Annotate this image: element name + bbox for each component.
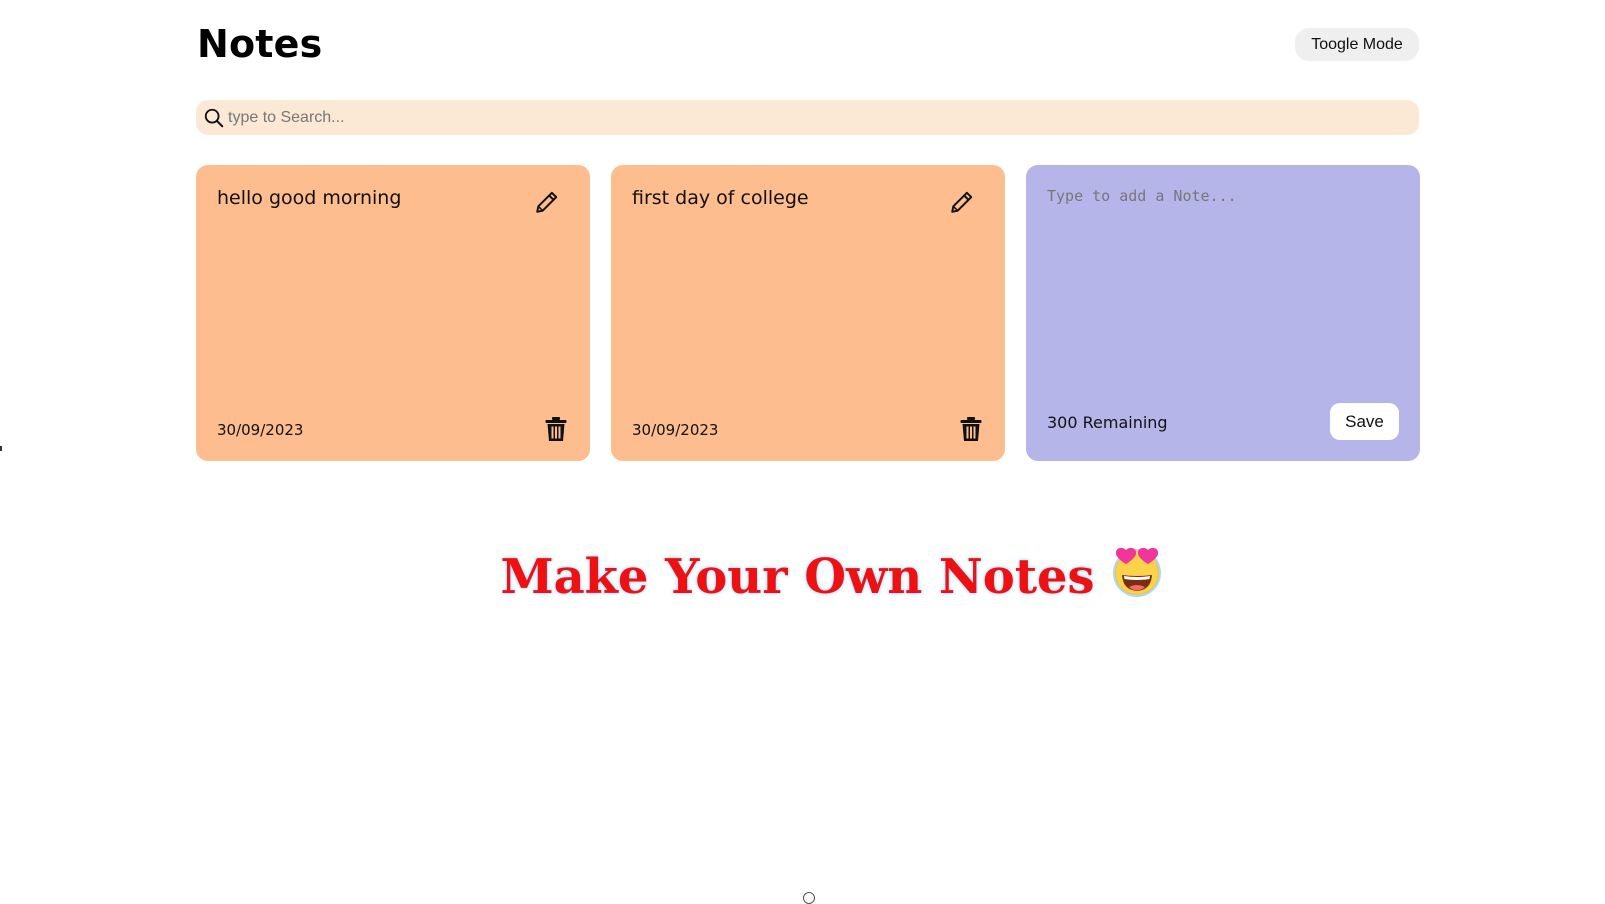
new-note-card: 300 Remaining Save — [1026, 165, 1420, 461]
edit-icon[interactable] — [949, 189, 975, 215]
tagline-text: Make Your Own Notes — [500, 549, 1095, 605]
edit-icon[interactable] — [534, 189, 560, 215]
note-text: first day of college — [632, 187, 809, 209]
search-bar — [196, 100, 1419, 135]
heart-eyes-emoji-icon — [1109, 543, 1165, 599]
search-icon — [202, 106, 226, 130]
tagline-banner: Make Your Own Notes — [0, 543, 1605, 605]
note-date: 30/09/2023 — [632, 421, 719, 439]
toggle-mode-button[interactable]: Toogle Mode — [1295, 28, 1419, 61]
edge-marker — [0, 446, 2, 451]
trash-icon[interactable] — [959, 416, 983, 442]
remaining-count: 300 Remaining — [1047, 413, 1168, 432]
search-input[interactable] — [226, 100, 1419, 135]
note-card: hello good morning 30/09/2023 — [196, 165, 590, 461]
note-card: first day of college 30/09/2023 — [611, 165, 1005, 461]
save-button[interactable]: Save — [1330, 403, 1399, 440]
note-date: 30/09/2023 — [217, 421, 304, 439]
bottom-marker — [803, 892, 815, 904]
trash-icon[interactable] — [544, 416, 568, 442]
new-note-input[interactable] — [1047, 187, 1397, 377]
note-text: hello good morning — [217, 187, 402, 209]
app-title: Notes — [197, 22, 323, 66]
